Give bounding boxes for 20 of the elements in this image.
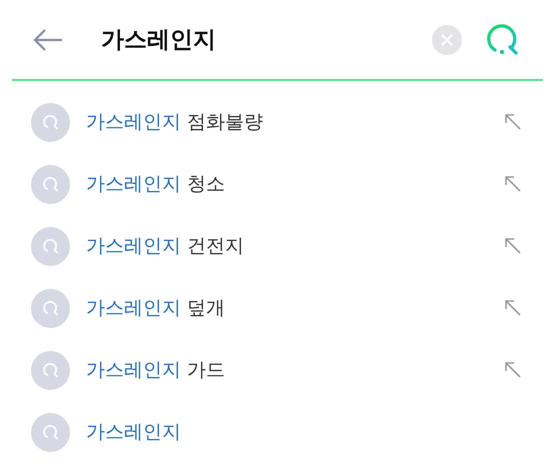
search-history-icon [31, 226, 70, 266]
suggestion-item[interactable]: 가스레인지 덮개 [86, 295, 503, 321]
fill-in-arrow-icon[interactable] [503, 298, 523, 318]
suggestion-item[interactable]: 가스레인지 [86, 419, 523, 445]
fill-in-arrow-icon[interactable] [503, 360, 523, 380]
close-icon [440, 32, 454, 46]
fill-in-arrow-icon[interactable] [503, 174, 523, 194]
suggestion-item[interactable]: 가스레인지 청소 [86, 171, 503, 197]
search-history-icon [31, 102, 70, 142]
suggestion-item[interactable]: 가스레인지 점화불량 [86, 109, 503, 135]
search-field[interactable]: 가스레인지 [101, 22, 432, 58]
suggestion-item[interactable]: 가스레인지 가드 [86, 357, 503, 383]
fill-in-arrow-icon[interactable] [503, 112, 523, 132]
search-history-icon [31, 164, 70, 204]
suggestion-item[interactable]: 가스레인지 건전지 [86, 233, 503, 259]
search-history-icon [31, 350, 70, 390]
search-history-icon [31, 288, 70, 328]
search-history-icon [31, 412, 70, 452]
fill-in-arrow-icon[interactable] [503, 236, 523, 256]
back-arrow-icon[interactable] [32, 28, 64, 52]
